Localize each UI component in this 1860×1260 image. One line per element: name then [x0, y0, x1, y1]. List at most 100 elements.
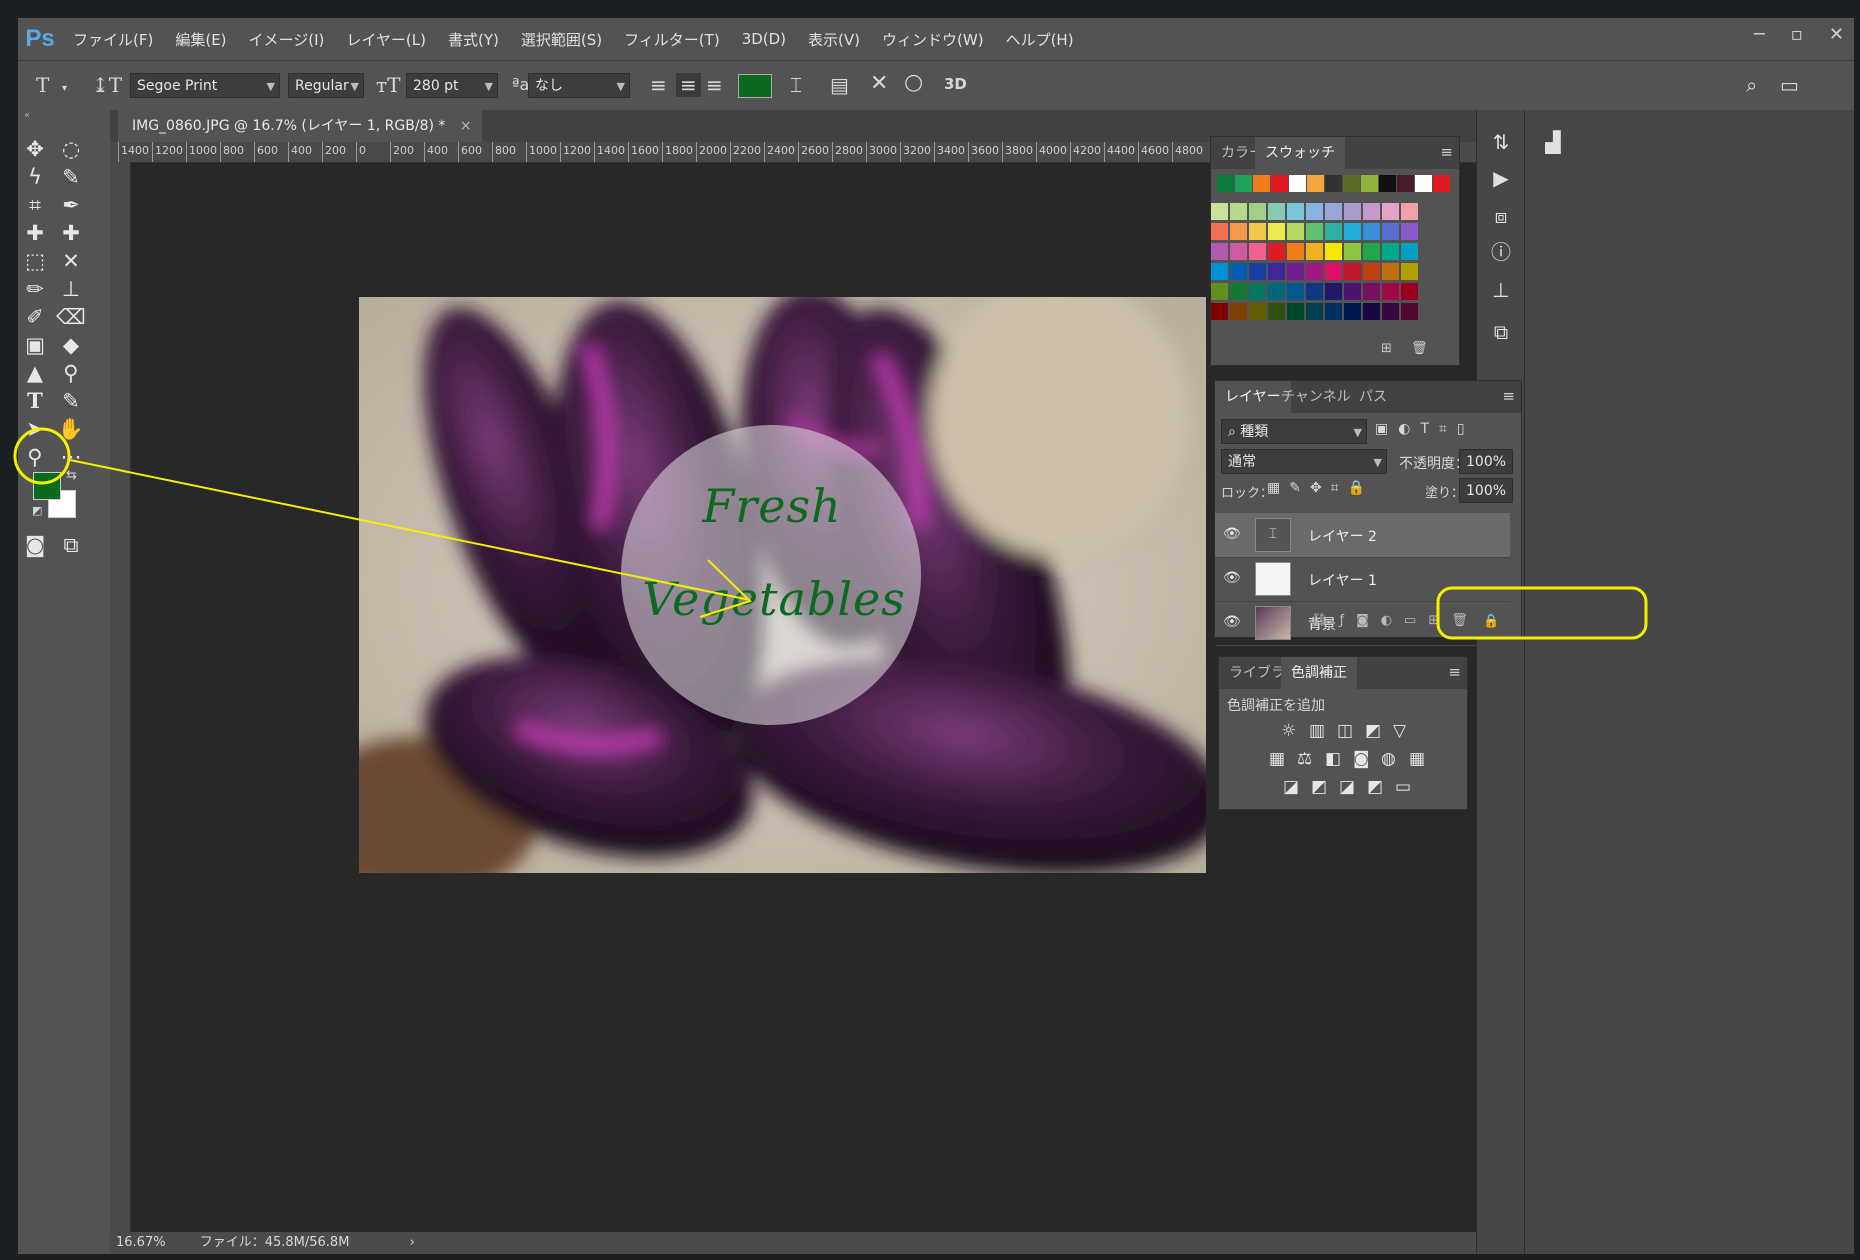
- overlay-text-vegetables[interactable]: Vegetables: [629, 572, 919, 626]
- healing-tool-icon[interactable]: ✚: [18, 218, 52, 248]
- swatch[interactable]: [1401, 283, 1418, 300]
- close-window-button[interactable]: ✕: [1829, 24, 1844, 45]
- stamp-tool-icon[interactable]: ⊥: [54, 274, 88, 304]
- swatch[interactable]: [1287, 243, 1304, 260]
- swatch[interactable]: [1249, 303, 1266, 320]
- swatch[interactable]: [1230, 223, 1247, 240]
- swatch[interactable]: [1382, 283, 1399, 300]
- swatch[interactable]: [1325, 303, 1342, 320]
- maximize-button[interactable]: ▫: [1791, 24, 1803, 45]
- gradient-tool-icon[interactable]: ▣: [18, 330, 52, 360]
- panel-menu-icon[interactable]: ≡: [1440, 143, 1453, 161]
- swatch[interactable]: [1271, 175, 1288, 192]
- swatch[interactable]: [1325, 175, 1342, 192]
- new-swatch-icon[interactable]: ⊞: [1381, 341, 1392, 356]
- swatch[interactable]: [1401, 243, 1418, 260]
- tab-swatches[interactable]: スウォッチ: [1255, 137, 1345, 169]
- blur-tool-icon[interactable]: ◆: [54, 330, 88, 360]
- swatch[interactable]: [1306, 303, 1323, 320]
- swatch[interactable]: [1401, 203, 1418, 220]
- swatch[interactable]: [1217, 175, 1234, 192]
- swatch[interactable]: [1268, 263, 1285, 280]
- swatch[interactable]: [1235, 175, 1252, 192]
- tab-paths[interactable]: パス: [1349, 381, 1397, 413]
- delete-swatch-icon[interactable]: 🗑: [1411, 341, 1428, 356]
- properties-icon[interactable]: ⧉: [1487, 320, 1515, 344]
- swatch[interactable]: [1249, 243, 1266, 260]
- swatch[interactable]: [1307, 175, 1324, 192]
- panel-menu-icon[interactable]: ≡: [1448, 663, 1461, 681]
- history-brush-icon[interactable]: ✐: [18, 302, 52, 332]
- adjustment-icon[interactable]: ▭: [1395, 777, 1411, 797]
- swatch[interactable]: [1363, 243, 1380, 260]
- swatch[interactable]: [1325, 283, 1342, 300]
- direct-select-icon[interactable]: ➤: [18, 414, 52, 444]
- swatch[interactable]: [1306, 203, 1323, 220]
- swap-colors-icon[interactable]: ⇆: [66, 468, 77, 483]
- type-tool-preset-icon[interactable]: T: [36, 73, 49, 97]
- layer-actions-icons[interactable]: ⛓ƒ◙◐▭⊞🗑: [1311, 613, 1480, 628]
- type-tool-icon[interactable]: T: [18, 386, 52, 416]
- adjustment-icon[interactable]: ▦: [1269, 749, 1285, 769]
- swatch[interactable]: [1287, 223, 1304, 240]
- swatch[interactable]: [1363, 263, 1380, 280]
- visibility-eye-icon[interactable]: 👁: [1223, 526, 1241, 542]
- brush-tool-icon[interactable]: ✏: [18, 274, 52, 304]
- swatch[interactable]: [1211, 243, 1228, 260]
- swatch[interactable]: [1287, 203, 1304, 220]
- document-tab[interactable]: IMG_0860.JPG @ 16.7% (レイヤー 1, RGB/8) * ×: [118, 110, 482, 142]
- cancel-icon[interactable]: ✕: [870, 71, 888, 96]
- swatch[interactable]: [1325, 223, 1342, 240]
- swatch[interactable]: [1361, 175, 1378, 192]
- swatch[interactable]: [1306, 243, 1323, 260]
- marquee-tool-icon[interactable]: ◌: [54, 134, 88, 164]
- swatch[interactable]: [1230, 203, 1247, 220]
- swatch[interactable]: [1306, 223, 1323, 240]
- swatch[interactable]: [1363, 223, 1380, 240]
- layer-row-2[interactable]: 👁 ⌶ レイヤー 2: [1215, 513, 1510, 558]
- swatch[interactable]: [1287, 303, 1304, 320]
- default-colors-icon[interactable]: ◩: [32, 504, 42, 517]
- swatch[interactable]: [1344, 203, 1361, 220]
- swatch[interactable]: [1268, 243, 1285, 260]
- adjustment-icon[interactable]: ▽: [1393, 721, 1406, 741]
- swatch[interactable]: [1253, 175, 1270, 192]
- workspace-icon[interactable]: ▭: [1780, 73, 1799, 97]
- fill-input[interactable]: 100%: [1459, 478, 1513, 503]
- tab-adjustments[interactable]: 色調補正: [1281, 657, 1357, 689]
- swatch[interactable]: [1287, 263, 1304, 280]
- swatch[interactable]: [1363, 283, 1380, 300]
- swatch[interactable]: [1289, 175, 1306, 192]
- swatch[interactable]: [1249, 223, 1266, 240]
- swatch[interactable]: [1211, 223, 1228, 240]
- quick-select-icon[interactable]: ✎: [54, 162, 88, 192]
- swatch[interactable]: [1344, 263, 1361, 280]
- adjustment-icon[interactable]: ◫: [1337, 721, 1353, 741]
- layer-filter-icons[interactable]: ▣◐T⌗▯: [1375, 421, 1475, 437]
- adjustment-icon[interactable]: ◪: [1339, 777, 1355, 797]
- commit-icon[interactable]: ○: [904, 70, 923, 95]
- clone-source-icon[interactable]: ⊥: [1487, 278, 1515, 302]
- hand-tool-icon[interactable]: ✋: [54, 414, 88, 444]
- swatch[interactable]: [1211, 263, 1228, 280]
- eyedropper-tool-icon[interactable]: ✒: [54, 190, 88, 220]
- crop-tool-icon[interactable]: ⌗: [18, 190, 52, 220]
- swatch[interactable]: [1401, 223, 1418, 240]
- swatch[interactable]: [1211, 203, 1228, 220]
- menu-3d[interactable]: 3D(D): [742, 30, 786, 48]
- opacity-input[interactable]: 100%: [1459, 449, 1513, 474]
- menu-window[interactable]: ウィンドウ(W): [882, 29, 984, 50]
- align-center-icon[interactable]: ≡: [676, 73, 701, 97]
- adjustment-icon[interactable]: ◧: [1325, 749, 1341, 769]
- layer-row-1[interactable]: 👁 レイヤー 1: [1215, 557, 1510, 602]
- swatch[interactable]: [1344, 243, 1361, 260]
- adjustment-icon[interactable]: ◩: [1311, 777, 1327, 797]
- menu-file[interactable]: ファイル(F): [73, 29, 153, 50]
- swatch[interactable]: [1344, 303, 1361, 320]
- swatch[interactable]: [1249, 203, 1266, 220]
- adjustment-icon[interactable]: ◩: [1365, 721, 1381, 741]
- swatch[interactable]: [1287, 283, 1304, 300]
- swatch[interactable]: [1401, 303, 1418, 320]
- pen-tool-icon[interactable]: ▲: [18, 358, 52, 388]
- swatch[interactable]: [1230, 263, 1247, 280]
